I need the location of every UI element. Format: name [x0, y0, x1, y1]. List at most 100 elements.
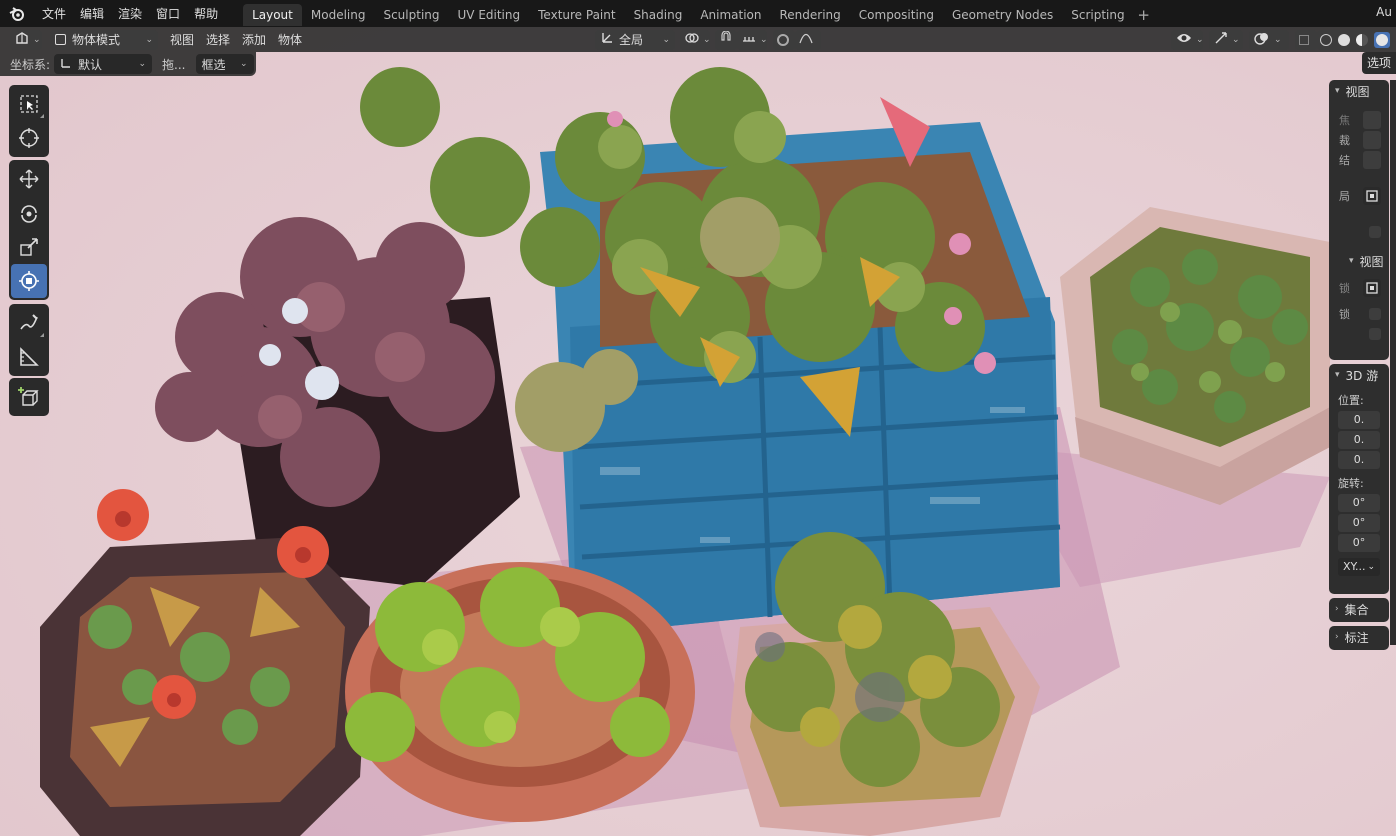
local-camera-toggle[interactable]	[1363, 187, 1381, 205]
lock-to-cursor-row[interactable]: 锁	[1329, 304, 1389, 324]
camera-empty-row	[1329, 222, 1389, 242]
menu-file[interactable]: 文件	[35, 5, 73, 22]
tab-uv-editing[interactable]: UV Editing	[449, 4, 530, 26]
3d-cursor-panel: ▾ 3D 游 位置: 0. 0. 0. 旋转: 0° 0° 0° XY... ⌄	[1329, 364, 1389, 594]
measure-tool[interactable]	[11, 340, 47, 374]
pivot-point-dropdown[interactable]: ⌄	[680, 29, 711, 50]
annotation-panel[interactable]: › 标注	[1329, 626, 1389, 650]
3d-viewport[interactable]	[0, 27, 1396, 836]
lock-to-object-field[interactable]	[1363, 279, 1381, 297]
tab-texture-paint[interactable]: Texture Paint	[529, 4, 624, 26]
material-shading-icon[interactable]	[1356, 33, 1368, 46]
menu-select[interactable]: 选择	[200, 31, 236, 48]
annotation-panel-header[interactable]: › 标注	[1329, 626, 1389, 648]
solid-shading-icon[interactable]	[1338, 33, 1350, 46]
annotate-tool[interactable]	[11, 306, 47, 340]
blender-logo-icon[interactable]	[9, 6, 29, 21]
lock-camera-checkbox[interactable]	[1369, 328, 1381, 340]
sidebar-tab-strip[interactable]	[1390, 80, 1396, 645]
collection-panel-header[interactable]: › 集合	[1329, 598, 1389, 620]
lock-to-object-row[interactable]: 锁	[1329, 278, 1389, 298]
focal-length-row[interactable]: 焦	[1329, 110, 1389, 130]
menu-window[interactable]: 窗口	[149, 5, 187, 22]
tab-shading[interactable]: Shading	[625, 4, 692, 26]
rotate-tool[interactable]	[11, 196, 47, 230]
snap-target-dropdown[interactable]: ⌄	[737, 29, 768, 50]
transform-tool[interactable]	[11, 264, 47, 298]
ruler-icon	[20, 347, 39, 366]
select-mode-dropdown[interactable]: 框选 ⌄	[195, 54, 254, 74]
select-box-tool[interactable]	[11, 87, 47, 121]
clip-start-field[interactable]	[1363, 131, 1381, 149]
location-z-field[interactable]: 0.	[1338, 451, 1380, 469]
shading-modes[interactable]	[1317, 29, 1393, 50]
scene-selector[interactable]: Au	[1376, 5, 1392, 19]
chevron-down-icon: ⌄	[138, 59, 147, 69]
terracotta-pot-center	[345, 562, 695, 822]
view-lock-subpanel-header[interactable]: ▾ 视图	[1329, 250, 1389, 272]
location-y-field[interactable]: 0.	[1338, 431, 1380, 449]
lock-camera-row[interactable]	[1329, 324, 1389, 344]
xray-toggle[interactable]	[1295, 29, 1317, 50]
clip-start-row[interactable]: 裁	[1329, 130, 1389, 150]
tab-compositing[interactable]: Compositing	[850, 4, 943, 26]
options-button[interactable]: 选项	[1362, 52, 1396, 74]
3d-cursor-panel-header[interactable]: ▾ 3D 游	[1329, 364, 1389, 386]
drag-label[interactable]: 拖...	[162, 56, 185, 73]
view-panel: ▾ 视图 焦 裁 结 局 ▾ 视图 锁 锁	[1329, 80, 1389, 360]
tab-sculpting[interactable]: Sculpting	[374, 4, 448, 26]
object-picker-icon	[1366, 282, 1378, 294]
tab-geometry-nodes[interactable]: Geometry Nodes	[943, 4, 1062, 26]
falloff-curve-icon	[799, 32, 813, 47]
lock-to-cursor-checkbox[interactable]	[1369, 308, 1381, 320]
cursor-tool[interactable]	[11, 121, 47, 155]
add-workspace-icon[interactable]: +	[1134, 6, 1154, 24]
rendered-shading-icon[interactable]	[1374, 31, 1390, 48]
clip-end-row[interactable]: 结	[1329, 150, 1389, 170]
chevron-down-icon: ⌄	[1232, 34, 1240, 45]
menu-help[interactable]: 帮助	[187, 5, 225, 22]
tab-animation[interactable]: Animation	[691, 4, 770, 26]
chevron-down-icon: ⌄	[1367, 562, 1376, 572]
add-cube-tool[interactable]	[11, 380, 47, 414]
menu-add[interactable]: 添加	[236, 31, 272, 48]
menu-view[interactable]: 视图	[164, 31, 200, 48]
scale-tool[interactable]	[11, 230, 47, 264]
editor-type-button[interactable]: ⌄	[10, 29, 42, 50]
menu-render[interactable]: 渲染	[111, 5, 149, 22]
move-tool[interactable]	[11, 162, 47, 196]
chevron-down-icon: ▾	[1335, 86, 1340, 96]
collection-panel[interactable]: › 集合	[1329, 598, 1389, 622]
tab-layout[interactable]: Layout	[243, 4, 302, 26]
visibility-dropdown[interactable]: ⌄	[1171, 29, 1204, 50]
wireframe-shading-icon[interactable]	[1320, 33, 1332, 46]
rotation-y-field[interactable]: 0°	[1338, 514, 1380, 532]
coordinate-system-dropdown[interactable]: 默认 ⌄	[54, 54, 153, 74]
focal-length-field[interactable]	[1363, 111, 1381, 129]
proportional-edit-toggle[interactable]	[773, 29, 795, 50]
transform-orientation-dropdown[interactable]: 全局 ⌄	[595, 29, 675, 50]
overlays-dropdown[interactable]: ⌄	[1249, 29, 1289, 50]
tab-rendering[interactable]: Rendering	[771, 4, 850, 26]
location-x-field[interactable]: 0.	[1338, 411, 1380, 429]
camera-checkbox[interactable]	[1369, 226, 1381, 238]
pivot-icon	[685, 31, 699, 48]
rotation-mode-dropdown[interactable]: XY... ⌄	[1338, 558, 1380, 576]
pencil-icon	[20, 314, 38, 330]
snap-toggle[interactable]	[715, 29, 737, 50]
scale-icon	[20, 238, 38, 256]
rotation-x-field[interactable]: 0°	[1338, 494, 1380, 512]
mode-dropdown[interactable]: 物体模式 ⌄	[50, 29, 158, 50]
falloff-dropdown[interactable]	[795, 29, 821, 50]
tab-modeling[interactable]: Modeling	[302, 4, 375, 26]
xray-icon	[1299, 34, 1309, 45]
view-panel-header[interactable]: ▾ 视图	[1329, 80, 1389, 102]
menu-edit[interactable]: 编辑	[73, 5, 111, 22]
rotation-z-field[interactable]: 0°	[1338, 534, 1380, 552]
gizmo-dropdown[interactable]: ⌄	[1209, 29, 1243, 50]
clip-end-field[interactable]	[1363, 151, 1381, 169]
tab-scripting[interactable]: Scripting	[1062, 4, 1133, 26]
local-camera-row[interactable]: 局	[1329, 186, 1389, 206]
menu-object[interactable]: 物体	[272, 31, 308, 48]
n-panel: ▾ 视图 焦 裁 结 局 ▾ 视图 锁 锁 ▾ 3D 游 位置: 0. 0. 0…	[1329, 80, 1389, 650]
